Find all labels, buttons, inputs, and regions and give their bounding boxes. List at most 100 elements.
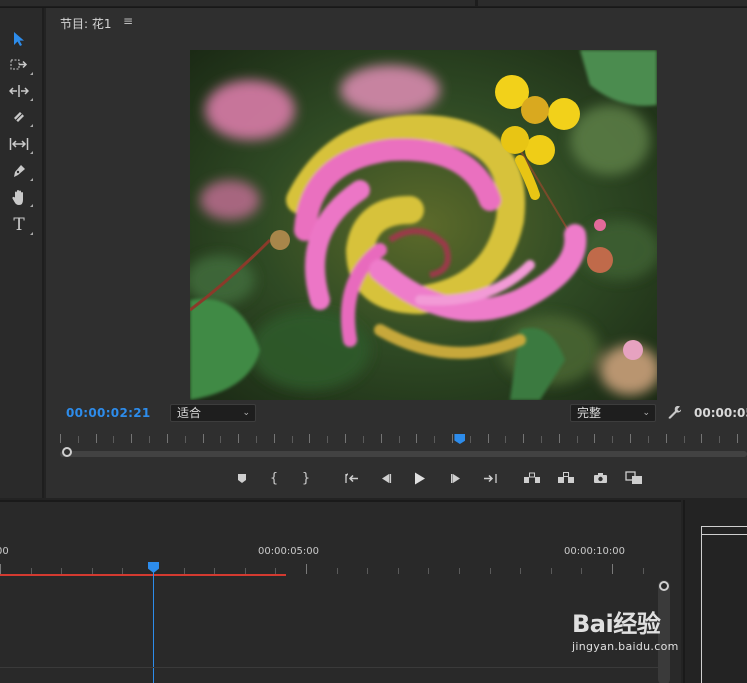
arrow-icon	[14, 32, 24, 46]
ruler-tick	[60, 434, 61, 443]
ruler-tick	[336, 568, 338, 574]
ruler-tick	[647, 436, 649, 443]
zoom-dropdown[interactable]: 适合 ⌄	[170, 404, 256, 422]
tool-flyout-indicator	[30, 232, 33, 235]
ruler-tick	[428, 568, 430, 574]
step-forward-icon	[451, 473, 460, 483]
ruler-tick	[487, 434, 489, 443]
top-bar	[0, 0, 747, 8]
flower-twirl-image	[190, 50, 657, 400]
chevron-down-icon: ⌄	[642, 408, 650, 418]
ruler-tick	[398, 436, 400, 443]
ruler-tick	[416, 434, 418, 443]
ruler-tick	[576, 436, 578, 443]
ruler-tick	[184, 436, 186, 443]
play-button[interactable]	[410, 470, 430, 486]
ruler-tick	[523, 434, 525, 443]
button-editor-button[interactable]	[624, 470, 644, 486]
ruler-tick	[367, 568, 369, 574]
monitor-zoom-scrollbar[interactable]	[60, 451, 747, 457]
monitor-title[interactable]: 节目: 花1	[60, 15, 112, 32]
current-timecode[interactable]: 00:00:02:21	[66, 406, 151, 420]
razor-icon	[14, 112, 24, 122]
monitor-time-ruler[interactable]	[60, 434, 747, 448]
lift-button[interactable]	[522, 470, 542, 486]
ruler-tick	[434, 436, 436, 443]
program-monitor: 节目: 花1 ≡ 00:00:02:21 适合 ⌄ 完整 ⌄ 00:00:0 {…	[46, 8, 747, 498]
hand-icon	[12, 189, 23, 205]
ripple-edit-icon	[9, 85, 29, 97]
ruler-tick	[459, 568, 460, 574]
audio-meter-panel	[683, 500, 747, 683]
play-icon	[415, 472, 425, 484]
monitor-playhead[interactable]	[454, 434, 466, 444]
pen-tool[interactable]	[8, 160, 33, 182]
ruler-tick	[113, 436, 115, 443]
scrollbar-handle[interactable]	[62, 447, 72, 457]
export-frame-icon	[593, 473, 607, 483]
watermark-logo: Bai经验	[572, 610, 661, 638]
mark-in-icon: {	[269, 470, 279, 486]
meter-frame	[701, 526, 747, 683]
export-frame-button[interactable]	[590, 470, 610, 486]
extract-button[interactable]	[556, 470, 576, 486]
razor-tool[interactable]	[8, 106, 33, 128]
hand-tool[interactable]	[8, 186, 33, 208]
track-select-icon	[10, 59, 28, 70]
ruler-tick	[202, 434, 204, 443]
ruler-tick	[683, 436, 685, 443]
selection-tool[interactable]	[8, 28, 30, 50]
slip-tool[interactable]	[8, 133, 33, 155]
duration-timecode: 00:00:05	[694, 406, 747, 420]
ruler-tick	[397, 568, 399, 574]
timeline-time-label: 00:00:05:00	[258, 546, 320, 557]
settings-wrench-icon[interactable]	[667, 405, 682, 423]
ruler-tick	[520, 568, 522, 574]
resolution-dropdown[interactable]: 完整 ⌄	[570, 404, 656, 422]
chevron-down-icon: ⌄	[242, 408, 250, 418]
type-tool[interactable]: T	[8, 214, 33, 236]
go-to-out-button[interactable]	[480, 470, 500, 486]
ruler-tick	[451, 434, 453, 443]
lift-icon	[524, 472, 540, 483]
slip-icon	[9, 138, 29, 150]
ruler-tick	[701, 434, 703, 443]
ruler-tick	[612, 436, 614, 443]
scrollbar-handle[interactable]	[659, 581, 669, 591]
ruler-tick	[131, 434, 133, 443]
timeline-time-label: 00:00:10:00	[564, 546, 626, 557]
mark-in-button[interactable]: {	[264, 470, 284, 486]
ruler-tick	[505, 436, 507, 443]
ruler-tick	[273, 434, 275, 443]
ruler-tick	[77, 436, 79, 443]
work-area-bar[interactable]	[0, 574, 286, 576]
ripple-edit-tool[interactable]	[8, 80, 33, 102]
go-to-out-icon	[484, 473, 497, 483]
mark-out-button[interactable]: }	[296, 470, 316, 486]
ruler-tick	[489, 568, 491, 574]
step-forward-button[interactable]	[446, 470, 466, 486]
mark-out-icon: }	[301, 470, 311, 486]
step-back-button[interactable]	[376, 470, 396, 486]
top-bar-right-segment	[478, 0, 747, 6]
monitor-controls-row: 00:00:02:21 适合 ⌄ 完整 ⌄ 00:00:05	[46, 404, 747, 426]
hamburger-menu-icon[interactable]: ≡	[123, 14, 133, 28]
tool-flyout-indicator	[30, 98, 33, 101]
track-select-tool[interactable]	[8, 54, 33, 76]
video-preview[interactable]	[190, 50, 657, 400]
ruler-tick	[220, 436, 222, 443]
go-to-in-icon	[345, 472, 358, 483]
timeline-time-label: 00	[0, 546, 9, 557]
ruler-tick	[327, 436, 329, 443]
add-marker-button[interactable]	[232, 470, 252, 486]
ruler-tick	[630, 434, 632, 443]
extract-icon	[558, 472, 574, 483]
ruler-tick	[362, 436, 364, 443]
ruler-tick	[380, 434, 382, 443]
ruler-tick	[309, 434, 311, 443]
tool-flyout-indicator	[30, 151, 33, 154]
ruler-tick	[558, 434, 560, 443]
ruler-tick	[612, 564, 613, 574]
go-to-in-button[interactable]	[342, 470, 362, 486]
add-marker-icon	[238, 473, 246, 483]
